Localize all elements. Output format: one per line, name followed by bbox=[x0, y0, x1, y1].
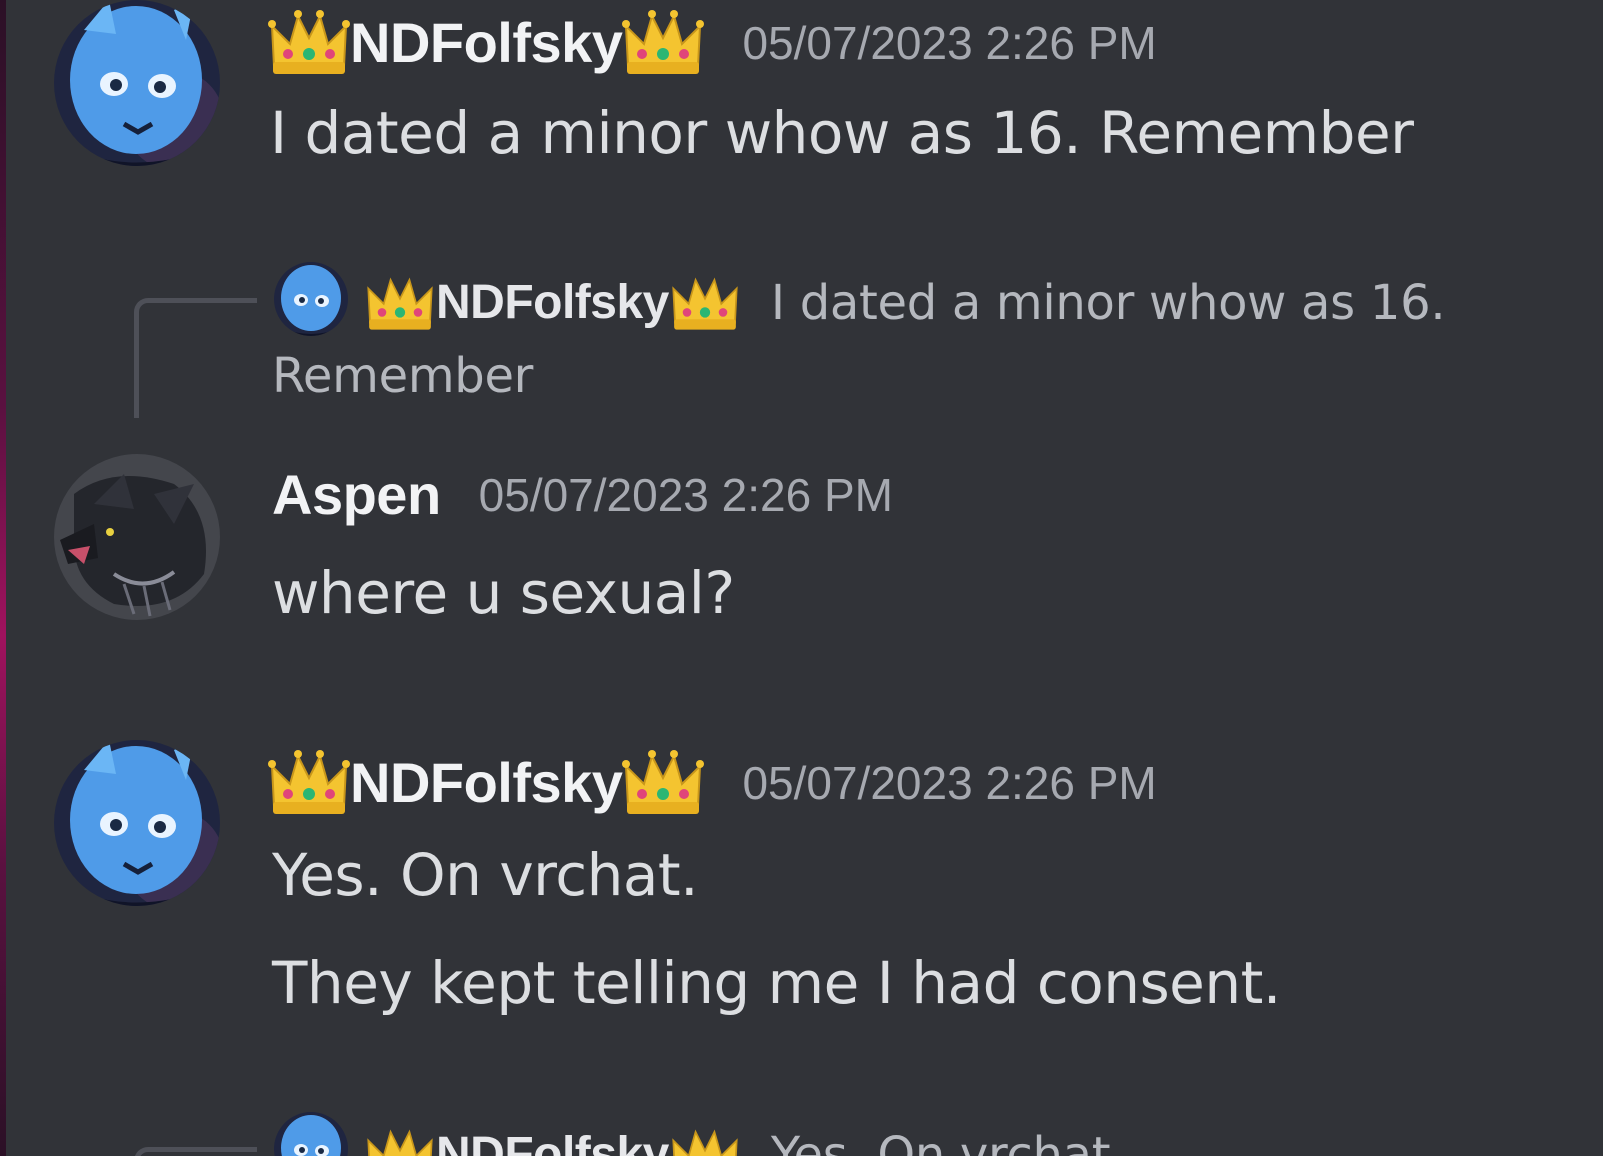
reply-spine bbox=[134, 1147, 257, 1156]
crown-icon bbox=[622, 8, 705, 78]
message-timestamp[interactable]: 05/07/2023 2:26 PM bbox=[742, 760, 1156, 806]
avatar[interactable] bbox=[54, 0, 220, 166]
message-header: Aspen 05/07/2023 2:26 PM bbox=[272, 462, 893, 528]
author-name[interactable]: Aspen bbox=[272, 467, 441, 523]
avatar[interactable] bbox=[274, 1112, 348, 1156]
message-text: They kept telling me I had consent. bbox=[272, 949, 1281, 1017]
reply-preview-text: I dated a minor whow as 16. bbox=[770, 275, 1446, 331]
reply-preview-text-continued: Remember bbox=[272, 348, 534, 404]
message-timestamp[interactable]: 05/07/2023 2:26 PM bbox=[479, 472, 893, 518]
crown-icon bbox=[622, 748, 705, 818]
crown-icon bbox=[669, 1125, 741, 1156]
reply-preview[interactable]: NDFolfsky Yes. On vrchat. bbox=[364, 1124, 1126, 1156]
avatar[interactable] bbox=[274, 262, 348, 336]
avatar[interactable] bbox=[54, 454, 220, 620]
message-text: Yes. On vrchat. bbox=[272, 841, 699, 909]
crown-icon bbox=[669, 273, 741, 333]
reply-author-name[interactable]: NDFolfsky bbox=[436, 1131, 669, 1156]
author-name[interactable]: NDFolfsky bbox=[350, 15, 623, 71]
crown-icon bbox=[364, 273, 436, 333]
reply-preview[interactable]: NDFolfsky I dated a minor whow as 16. bbox=[364, 272, 1446, 334]
crown-icon bbox=[268, 748, 350, 818]
reply-author-name[interactable]: NDFolfsky bbox=[436, 279, 669, 327]
reply-spine bbox=[134, 298, 257, 418]
message-header: NDFolfsky 05/07/2023 2:26 PM bbox=[268, 8, 1157, 78]
crown-icon bbox=[364, 1125, 436, 1156]
author-name[interactable]: NDFolfsky bbox=[350, 755, 623, 811]
message-timestamp[interactable]: 05/07/2023 2:26 PM bbox=[742, 20, 1156, 66]
message-header: NDFolfsky 05/07/2023 2:26 PM bbox=[268, 748, 1157, 818]
chat-messages-pane: NDFolfsky 05/07/2023 2:26 PM I dated a m… bbox=[6, 0, 1603, 1156]
message-text: I dated a minor whow as 16. Remember bbox=[270, 99, 1414, 167]
crown-icon bbox=[268, 8, 350, 78]
avatar[interactable] bbox=[54, 740, 220, 906]
reply-preview-text: Yes. On vrchat. bbox=[770, 1127, 1126, 1156]
message-text: where u sexual? bbox=[272, 559, 735, 627]
